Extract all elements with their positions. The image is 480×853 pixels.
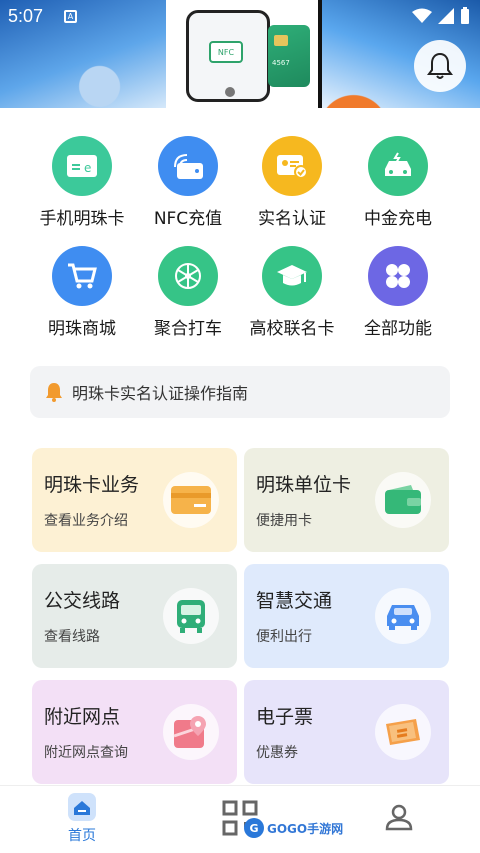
grid-item-all-functions[interactable]: 全部功能 — [338, 246, 458, 346]
watermark: G GOGO手游网 — [244, 818, 343, 838]
bus-icon — [163, 588, 219, 644]
wifi-icon — [412, 8, 432, 23]
network-icon — [158, 246, 218, 306]
notice-bar[interactable]: 明珠卡实名认证操作指南 — [30, 366, 450, 418]
card-illustration: 4567 — [268, 25, 310, 87]
status-icons — [412, 7, 470, 25]
card-subtitle: 查看线路 — [44, 629, 100, 645]
nfc-wallet-icon — [158, 136, 218, 196]
grid-item-university-card[interactable]: 高校联名卡 — [232, 246, 352, 346]
battery-icon — [461, 7, 469, 24]
grid-label: 聚合打车 — [154, 319, 222, 339]
card-smart-transport[interactable]: 智慧交通 便利出行 — [244, 564, 449, 668]
card-subtitle: 附近网点查询 — [44, 745, 128, 761]
grid-label: 实名认证 — [258, 209, 326, 229]
grid-item-real-name[interactable]: 实名认证 — [232, 136, 352, 236]
notice-text: 明珠卡实名认证操作指南 — [72, 384, 249, 403]
top-banner[interactable]: NFC 4567 5:07 A — [0, 0, 480, 108]
card-title: 明珠卡业务 — [44, 474, 140, 496]
graduation-cap-icon — [262, 246, 322, 306]
bottom-nav: 首页 — [0, 785, 480, 853]
grid-item-ev-charging[interactable]: 中金充电 — [338, 136, 458, 236]
card-title: 明珠单位卡 — [256, 474, 352, 496]
car-icon — [375, 588, 431, 644]
card-title: 智慧交通 — [256, 590, 333, 612]
bell-notice-icon — [46, 383, 62, 402]
map-pin-icon — [163, 704, 219, 760]
notification-bell-button[interactable] — [414, 40, 466, 92]
phone-home-dot — [225, 87, 235, 97]
phone-illustration: NFC — [186, 10, 270, 102]
card-e-ticket[interactable]: 电子票 优惠券 — [244, 680, 449, 784]
user-icon — [385, 804, 413, 831]
card-title: 公交线路 — [44, 590, 121, 612]
grid-label: 高校联名卡 — [249, 319, 335, 339]
id-verify-icon — [262, 136, 322, 196]
notification-a-icon: A — [64, 10, 77, 23]
ticket-icon — [375, 704, 431, 760]
card-title: 附近网点 — [44, 706, 121, 728]
green-wallet-icon — [375, 472, 431, 528]
grid-item-nfc-topup[interactable]: NFC充值 — [128, 136, 248, 236]
car-charging-icon — [368, 136, 428, 196]
card-pearl-card-business[interactable]: 明珠卡业务 查看业务介绍 — [32, 448, 237, 552]
bell-icon — [427, 52, 453, 79]
grid-label: 手机明珠卡 — [39, 209, 125, 229]
grid-label: 明珠商城 — [48, 319, 116, 339]
home-icon — [68, 793, 96, 821]
status-time: 5:07 — [8, 6, 44, 26]
grid-label: 全部功能 — [364, 319, 432, 339]
nav-home-tab[interactable]: 首页 — [52, 792, 112, 845]
cart-icon — [52, 246, 112, 306]
orange-card-icon — [163, 472, 219, 528]
card-subtitle: 便利出行 — [256, 629, 312, 645]
card-e-icon: e — [52, 136, 112, 196]
card-subtitle: 优惠券 — [256, 745, 298, 761]
nav-home-label: 首页 — [68, 828, 96, 844]
grid-item-mobile-card[interactable]: e 手机明珠卡 — [22, 136, 142, 236]
grid-item-ride-hailing[interactable]: 聚合打车 — [128, 246, 248, 346]
grid-item-mall[interactable]: 明珠商城 — [22, 246, 142, 346]
card-nearby-outlets[interactable]: 附近网点 附近网点查询 — [32, 680, 237, 784]
watermark-logo: G — [244, 818, 264, 838]
signal-icon — [438, 8, 454, 24]
card-title: 电子票 — [256, 706, 314, 728]
grid-label: NFC充值 — [153, 209, 223, 229]
card-bus-routes[interactable]: 公交线路 查看线路 — [32, 564, 237, 668]
svg-text:e: e — [84, 161, 91, 175]
four-dots-icon — [368, 246, 428, 306]
nav-profile-tab[interactable] — [384, 802, 414, 836]
grid-label: 中金充电 — [364, 209, 432, 229]
card-unit-card[interactable]: 明珠单位卡 便捷用卡 — [244, 448, 449, 552]
card-subtitle: 便捷用卡 — [256, 513, 312, 529]
card-number: 4567 — [272, 59, 290, 67]
nfc-badge: NFC — [209, 41, 243, 63]
card-chip — [274, 35, 288, 46]
card-subtitle: 查看业务介绍 — [44, 513, 128, 529]
watermark-text: GOGO手游网 — [267, 821, 344, 836]
